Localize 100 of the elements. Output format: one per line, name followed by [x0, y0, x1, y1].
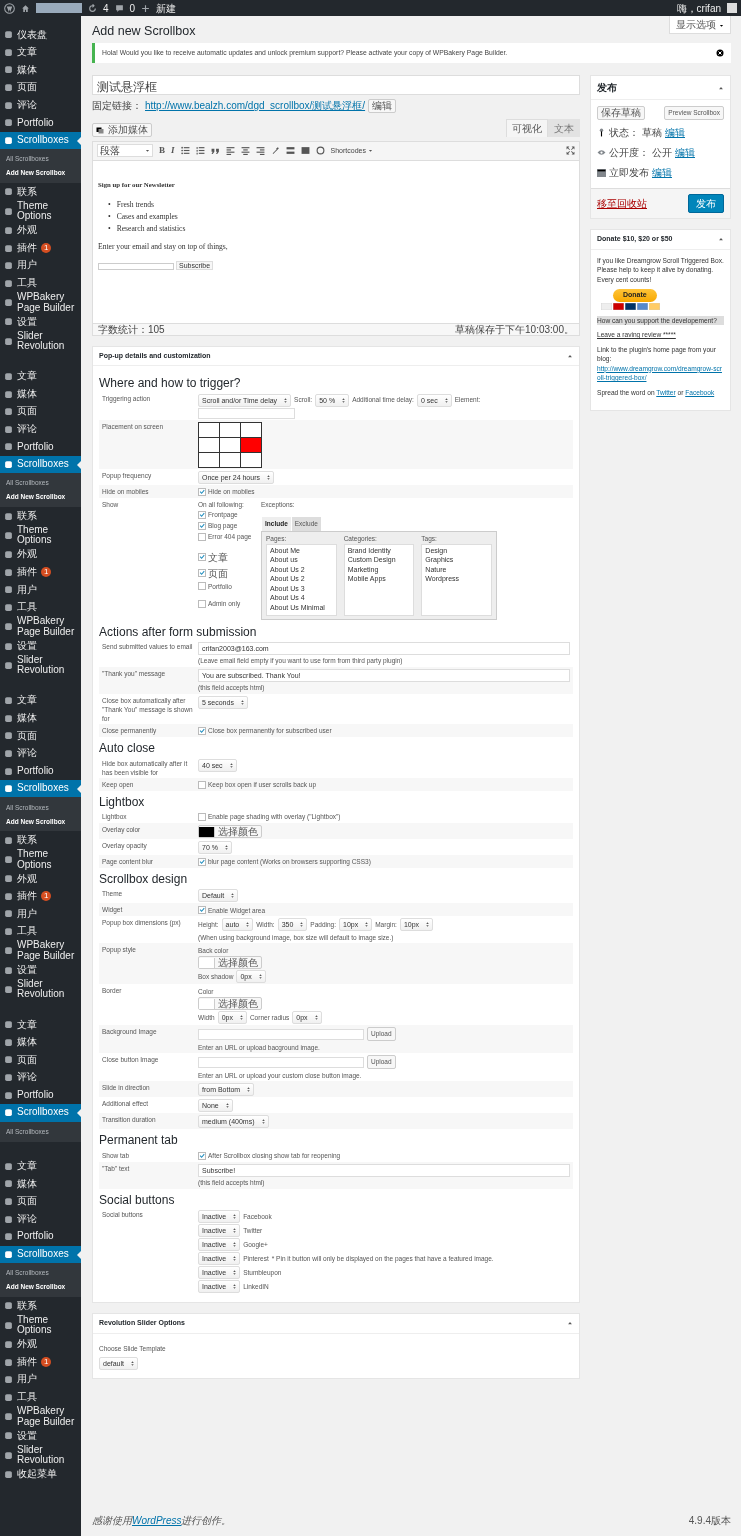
menu-item[interactable]: 页面 [0, 78, 81, 97]
bullet-list-icon[interactable] [180, 146, 190, 156]
menu-item[interactable]: Scrollboxes [0, 131, 81, 150]
checkbox[interactable] [198, 1151, 206, 1160]
menu-item[interactable]: 评论 [0, 1068, 81, 1087]
url-field[interactable] [198, 1056, 364, 1068]
menu-item[interactable]: 工具 [0, 598, 81, 617]
menu-item[interactable]: 用户 [0, 1370, 81, 1389]
menu-item[interactable]: Slider Revolution [0, 330, 81, 352]
placement-grid[interactable] [198, 421, 262, 468]
color-picker[interactable]: 选择颜色 [198, 997, 262, 1011]
url-field[interactable] [198, 1028, 364, 1040]
edit-button[interactable]: 编辑 [368, 98, 397, 113]
permalink-link[interactable]: http://www.bealzh.com/dgd_scrollbox/测试悬浮框/ [145, 98, 366, 114]
menu-item[interactable]: 外观 [0, 221, 81, 240]
checkbox[interactable] [198, 727, 206, 736]
menu-item[interactable]: Slider Revolution [0, 1444, 81, 1466]
bold-button[interactable]: B [159, 144, 165, 158]
menu-item[interactable]: Portfolio [0, 1086, 81, 1104]
menu-item[interactable]: Scrollboxes [0, 779, 81, 798]
edit-link[interactable]: 编辑 [652, 165, 672, 181]
menu-item[interactable]: Theme Options [0, 200, 81, 222]
menu-item[interactable]: Scrollboxes [0, 1245, 81, 1264]
menu-item[interactable]: 插件 1 [0, 563, 81, 582]
menu-item[interactable]: 联系 [0, 507, 81, 525]
menu-item[interactable]: 插件 1 [0, 887, 81, 906]
menu-item[interactable]: WPBakery Page Builder [0, 292, 81, 314]
collapse-icon[interactable] [567, 352, 573, 359]
wordpress-link[interactable]: WordPress [132, 1515, 182, 1526]
checkbox[interactable] [198, 780, 206, 789]
menu-item[interactable]: Slider Revolution [0, 978, 81, 1000]
menu-item[interactable]: 文章 [0, 691, 81, 710]
checkbox[interactable] [198, 813, 206, 821]
checkbox[interactable] [198, 511, 206, 520]
color-picker[interactable]: 选择颜色 [198, 956, 262, 970]
menu-item[interactable]: 设置 [0, 637, 81, 655]
align-right-icon[interactable] [255, 146, 265, 156]
collapse-icon[interactable] [567, 1320, 573, 1327]
menu-item[interactable]: 页面 [0, 727, 81, 745]
menu-item[interactable]: 页面 [0, 402, 81, 421]
menu-item[interactable]: 外观 [0, 1335, 81, 1354]
menu-item[interactable]: 文章 [0, 1157, 81, 1176]
menu-item[interactable]: 用户 [0, 581, 81, 599]
align-center-icon[interactable] [240, 146, 250, 156]
menu-item[interactable]: 页面 [0, 1051, 81, 1069]
menu-item[interactable]: 文章 [0, 43, 81, 62]
menu-item[interactable]: 插件 1 [0, 1353, 81, 1371]
menu-item[interactable]: 设置 [0, 1427, 81, 1445]
dismiss-icon[interactable] [716, 49, 724, 58]
menu-item[interactable]: 评论 [0, 420, 81, 439]
menu-item[interactable]: 外观 [0, 870, 81, 888]
editor-tab[interactable]: 文本 [548, 119, 580, 138]
menu-item[interactable]: Scrollboxes [0, 455, 81, 474]
menu-item[interactable]: 插件 1 [0, 239, 81, 257]
italic-button[interactable]: I [171, 144, 175, 158]
menu-item[interactable]: 设置 [0, 961, 81, 979]
menu-item[interactable]: Portfolio [0, 1227, 81, 1246]
format-dropdown[interactable]: 段落 [97, 144, 153, 158]
menu-item[interactable]: 页面 [0, 1192, 81, 1211]
menu-item[interactable]: 媒体 [0, 709, 81, 728]
menu-item[interactable]: 外观 [0, 545, 81, 564]
menu-item[interactable]: 评论 [0, 96, 81, 114]
menu-item[interactable]: 文章 [0, 1015, 81, 1034]
fullscreen-icon[interactable] [566, 146, 575, 156]
edit-link[interactable]: 编辑 [665, 125, 685, 141]
editor-tab[interactable]: 可视化 [506, 119, 548, 138]
menu-item[interactable]: WPBakery Page Builder [0, 616, 81, 638]
user-greeting[interactable]: 嗨，crifan [676, 0, 721, 16]
color-picker[interactable]: 选择颜色 [198, 825, 262, 838]
save-draft-button[interactable]: 保存草稿 [597, 106, 645, 121]
menu-item[interactable]: Scrollboxes [0, 1103, 81, 1122]
checkbox[interactable] [198, 553, 206, 562]
checkbox[interactable] [198, 582, 206, 591]
menu-item[interactable]: 联系 [0, 831, 81, 849]
grid-cell[interactable] [199, 422, 220, 438]
checkbox[interactable] [198, 858, 206, 866]
checkbox[interactable] [198, 532, 206, 541]
menu-item[interactable]: 媒体 [0, 1175, 81, 1193]
menu-item[interactable]: 文章 [0, 367, 81, 386]
menu-item[interactable]: 用户 [0, 905, 81, 923]
link-icon[interactable] [270, 146, 280, 156]
menu-item[interactable]: 媒体 [0, 61, 81, 79]
menu-item[interactable]: 工具 [0, 1388, 81, 1407]
input-field[interactable] [198, 407, 295, 419]
quote-icon[interactable] [210, 146, 220, 156]
edit-link[interactable]: 编辑 [675, 145, 695, 161]
menu-item[interactable]: 设置 [0, 313, 81, 331]
menu-item[interactable]: 仪表盘 [0, 26, 81, 44]
add-media-button[interactable]: 添加媒体 [92, 123, 152, 138]
collapse-icon[interactable] [718, 236, 724, 243]
menu-item[interactable]: 联系 [0, 183, 81, 201]
new-menu[interactable]: 新建 [156, 0, 177, 16]
checkbox[interactable] [198, 487, 206, 496]
email-field[interactable] [98, 263, 174, 270]
menu-item[interactable]: 联系 [0, 1297, 81, 1315]
update-count[interactable]: 4 [103, 0, 109, 16]
checkbox[interactable] [198, 521, 206, 530]
publish-button[interactable]: 发布 [688, 194, 724, 214]
comment-count[interactable]: 0 [129, 0, 136, 16]
grid-cell[interactable] [241, 422, 262, 438]
